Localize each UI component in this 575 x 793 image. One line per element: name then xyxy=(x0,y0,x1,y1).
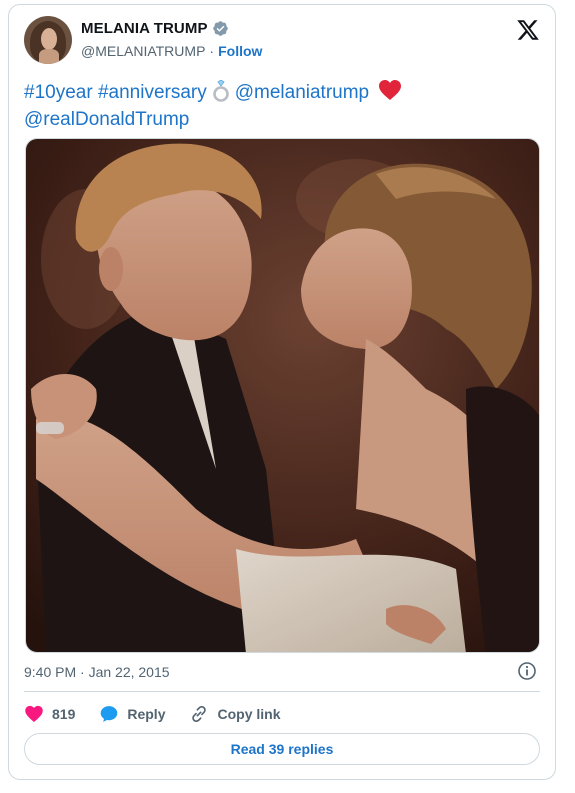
read-replies-button[interactable]: Read 39 replies xyxy=(24,733,540,765)
like-button[interactable]: 819 xyxy=(24,704,75,724)
author-name[interactable]: MELANIA TRUMP xyxy=(81,20,208,37)
link-icon xyxy=(192,705,207,723)
copy-link-label: Copy link xyxy=(217,706,281,722)
reply-label: Reply xyxy=(127,706,166,722)
x-logo-icon[interactable] xyxy=(516,18,540,42)
mention-melaniatrump[interactable]: @melaniatrump xyxy=(235,82,369,103)
author-avatar[interactable] xyxy=(24,16,72,64)
reply-button[interactable]: Reply xyxy=(99,704,165,724)
author-handle-row: @MELANIATRUMP · Follow xyxy=(81,43,262,59)
hashtag-10year[interactable]: #10year xyxy=(24,82,93,103)
divider xyxy=(24,691,540,692)
author-name-row: MELANIA TRUMP xyxy=(81,20,229,37)
ring-icon xyxy=(212,80,229,102)
info-icon[interactable] xyxy=(517,661,537,681)
heart-icon xyxy=(25,705,43,722)
reply-bubble-icon xyxy=(101,706,118,722)
copy-link-button[interactable]: Copy link xyxy=(189,704,281,724)
tweet-timestamp[interactable]: 9:40 PM · Jan 22, 2015 xyxy=(24,664,170,680)
mention-realdonaldtrump[interactable]: @realDonaldTrump xyxy=(24,109,189,130)
tweet-text: #10year #anniversary @melaniatrump @real… xyxy=(24,79,534,133)
like-count: 819 xyxy=(52,706,76,722)
hashtag-anniversary[interactable]: #anniversary xyxy=(98,82,207,103)
author-handle[interactable]: @MELANIATRUMP xyxy=(81,43,205,59)
red-heart-icon xyxy=(379,80,402,100)
tweet-photo[interactable] xyxy=(25,138,540,653)
tweet-embed-card: MELANIA TRUMP @MELANIATRUMP · Follow #10… xyxy=(8,4,556,780)
follow-button[interactable]: Follow xyxy=(218,43,262,59)
tweet-actions: 819 Reply Copy link xyxy=(24,703,305,725)
verified-badge-icon xyxy=(212,21,228,36)
separator-dot: · xyxy=(209,43,215,59)
